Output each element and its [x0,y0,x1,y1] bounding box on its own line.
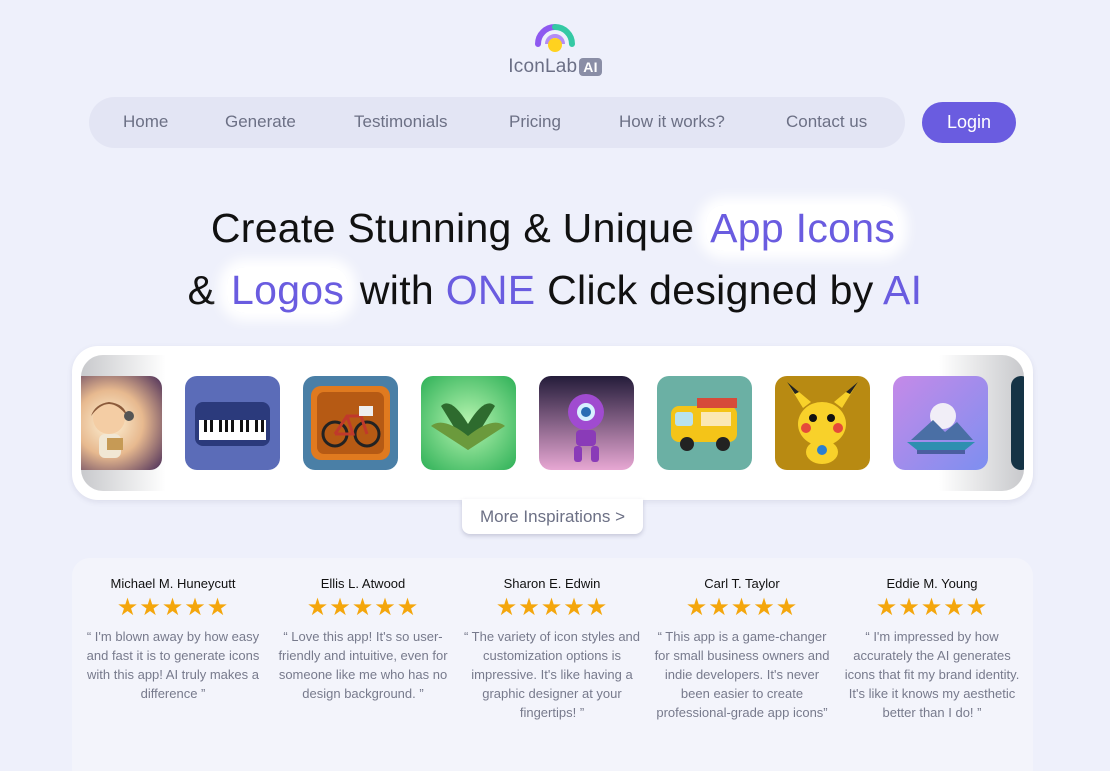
hero-text: Create Stunning & Unique [210,205,707,251]
testimonial-card: Eddie M. Young ★★★★★ “ I'm impressed by … [839,576,1025,722]
icon-gallery-track[interactable] [81,355,1024,491]
hero-headline-line1: Create Stunning & Unique App Icons [0,205,1110,252]
open-book-icon[interactable] [421,376,516,470]
icon-gallery [72,346,1033,500]
hero-highlight-logos: Logos [226,267,349,313]
main-nav: Home Generate Testimonials Pricing How i… [89,97,905,148]
star-rating-icon: ★★★★★ [875,594,989,621]
star-rating-icon: ★★★★★ [685,594,799,621]
brand-logo[interactable]: IconLab AI [0,24,1110,78]
star-rating-icon: ★★★★★ [495,594,609,621]
testimonial-author: Sharon E. Edwin [503,576,601,591]
testimonial-author: Eddie M. Young [886,576,978,591]
star-rating-icon: ★★★★★ [306,594,420,621]
floating-island-icon[interactable] [893,376,988,470]
hero-text: with [348,267,446,313]
robot-icon[interactable] [539,376,634,470]
dark-partial-icon[interactable] [1011,376,1024,470]
testimonial-card: Ellis L. Atwood ★★★★★ “ Love this app! I… [270,576,456,703]
hero-text: & [187,267,227,313]
testimonial-card: Carl T. Taylor ★★★★★ “ This app is a gam… [649,576,835,722]
hero-highlight-one: ONE [445,267,536,313]
hero-highlight-app-icons: App Icons [706,205,900,251]
nav-item-how-it-works[interactable]: How it works? [619,112,725,132]
brand-name: IconLab AI [508,56,602,78]
star-rating-icon: ★★★★★ [116,594,230,621]
nav-item-pricing[interactable]: Pricing [509,112,561,132]
nav-item-home[interactable]: Home [123,112,168,132]
testimonial-author: Michael M. Huneycutt [110,576,236,591]
brand-ai-badge: AI [579,58,602,76]
nav-item-testimonials[interactable]: Testimonials [354,112,448,132]
girl-character-icon[interactable] [81,376,162,470]
testimonial-quote: “ I'm blown away by how easy and fast it… [86,629,260,701]
hero-headline-line2: & Logos with ONE Click designed by AI [0,267,1110,314]
login-button[interactable]: Login [922,102,1016,143]
testimonial-quote: “ I'm impressed by how accurately the AI… [844,629,1020,720]
hero-highlight-ai: AI [883,267,923,313]
testimonial-card: Sharon E. Edwin ★★★★★ “ The variety of i… [459,576,645,722]
testimonials-section: Michael M. Huneycutt ★★★★★ “ I'm blown a… [72,558,1033,771]
brand-name-text: IconLab [508,56,578,77]
bicycle-icon[interactable] [303,376,398,470]
food-truck-icon[interactable] [657,376,752,470]
hero-text: Click designed by [535,267,884,313]
nav-item-generate[interactable]: Generate [225,112,296,132]
testimonial-author: Carl T. Taylor [704,576,780,591]
testimonial-author: Ellis L. Atwood [320,576,406,591]
testimonial-quote: “ Love this app! It's so user-friendly a… [278,629,448,701]
more-inspirations-button[interactable]: More Inspirations > [462,499,643,534]
nav-item-contact-us[interactable]: Contact us [786,112,867,132]
piano-keyboard-icon[interactable] [185,376,280,470]
logo-mark-icon [535,24,575,52]
testimonial-quote: “ The variety of icon styles and customi… [463,629,641,720]
testimonial-card: Michael M. Huneycutt ★★★★★ “ I'm blown a… [80,576,266,703]
pikachu-icon[interactable] [775,376,870,470]
testimonial-quote: “ This app is a game-changer for small b… [654,629,830,720]
